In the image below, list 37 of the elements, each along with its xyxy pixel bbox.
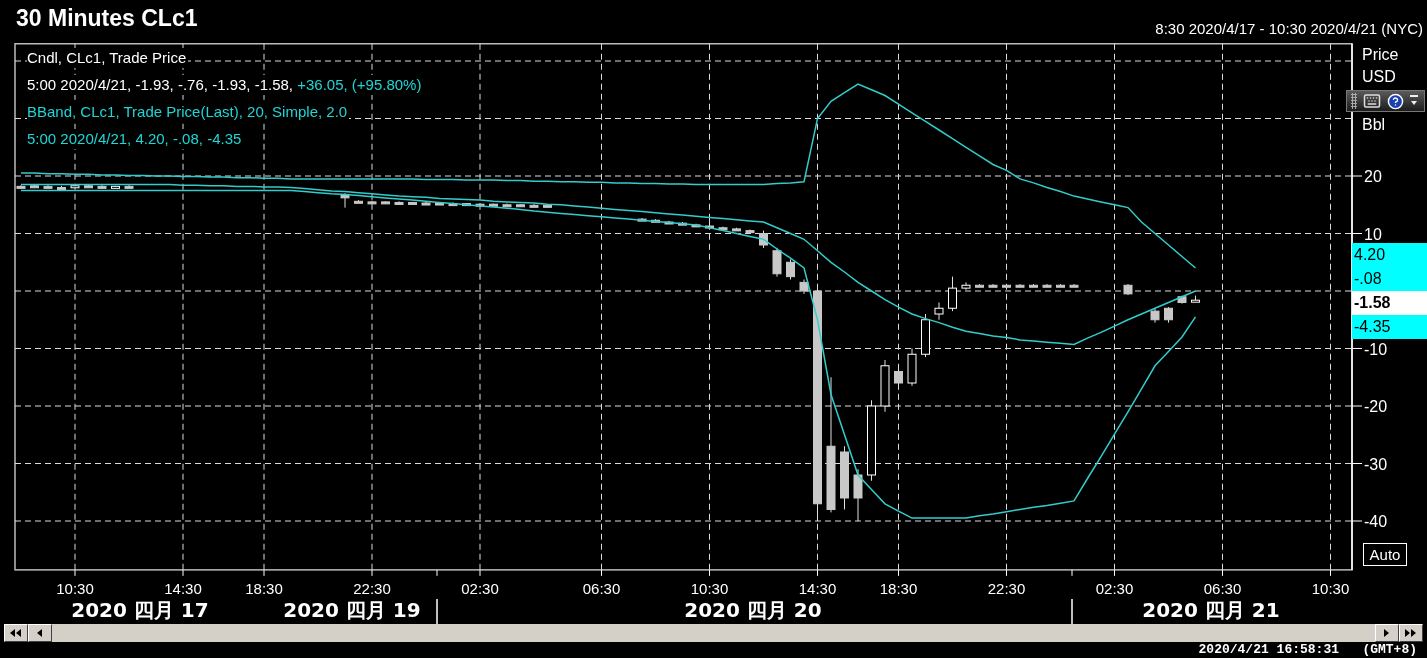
legend-text: 5:00 2020/4/21, -1.93, -.76, -1.93, -1.58, [27,76,293,93]
date-label: 2020 四月 19 [283,598,421,622]
legend-text: 5:00 2020/4/21, 4.20, -.08, -4.35 [27,129,244,149]
value-badge: -1.58 [1352,291,1427,315]
axis-label: 22:30 [353,579,391,597]
axis-label: 18:30 [245,579,283,597]
axis-label: 06:30 [582,579,621,597]
axis-label: 10:30 [56,579,94,597]
value-badge: -4.35 [1352,315,1427,339]
unit-label: USD [1362,67,1396,87]
axis-label: 22:30 [987,579,1026,597]
axis-label: -20 [1364,398,1388,415]
value-badge: 4.20 [1352,243,1427,267]
axis-label: 10:30 [690,579,729,597]
axis-label: -10 [1364,340,1388,358]
axis-label: 06:30 [1203,579,1242,597]
date-label: 2020 四月 20 [684,598,822,622]
date-range: 8:30 2020/4/17 - 10:30 2020/4/21 (NYC) [1155,20,1423,38]
axis-label: 20 [1364,168,1382,185]
chart-title: 30 Minutes CLc1 [16,4,198,32]
date-label: 2020 四月 17 [71,598,209,622]
axis-label: 18:30 [879,579,918,597]
axis-label: -30 [1364,455,1388,473]
date-label: 2020 四月 21 [1142,598,1280,622]
legend-text: Cndl, CLc1, Trade Price [27,48,189,68]
axis-label: 14:30 [164,579,202,597]
legend-text: BBand, CLc1, Trade Price(Last), 20, Simple, 2.0 [27,102,350,122]
unit-label: Bbl [1362,115,1386,135]
axis-label: 02:30 [1095,579,1134,597]
value-badge: -.08 [1352,267,1427,291]
axis-label: -40 [1364,513,1388,530]
axis-label: 02:30 [461,579,499,597]
axis-label: 10 [1364,225,1382,243]
unit-label: Price [1362,45,1399,65]
axis-label: 14:30 [798,579,837,597]
change-value: +36.05, (+95.80%) [297,76,422,93]
axis-label: 10:30 [1311,579,1350,597]
